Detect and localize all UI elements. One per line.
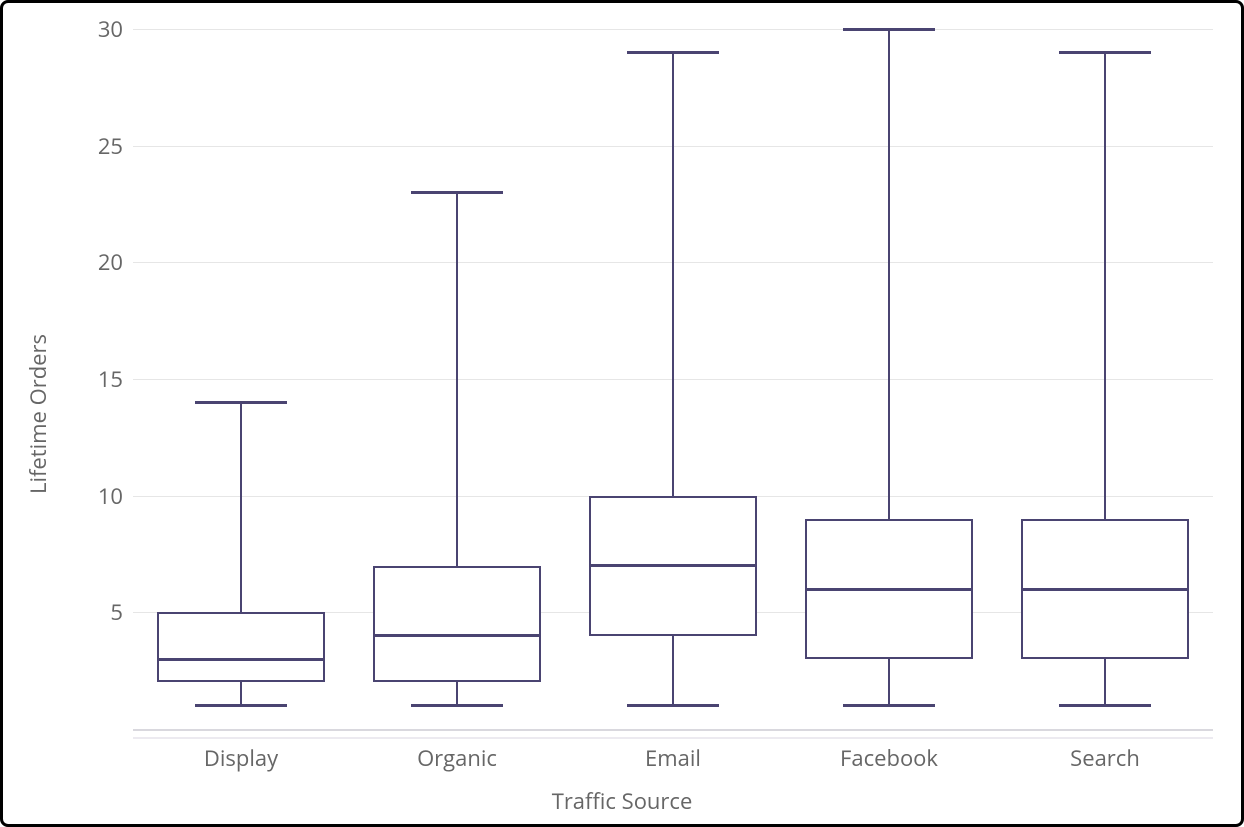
x-tick-label: Facebook [840, 743, 938, 773]
whisker-cap-max [627, 51, 720, 54]
whisker-lower [888, 659, 890, 706]
median-line [589, 564, 757, 567]
median-line [373, 634, 541, 637]
whisker-lower [456, 682, 458, 705]
x-tick-label: Email [645, 743, 701, 773]
y-tick-label: 15 [73, 364, 123, 394]
y-tick-label: 5 [73, 597, 123, 627]
y-tick-label: 10 [73, 481, 123, 511]
whisker-cap-max [843, 28, 936, 31]
x-axis-title: Traffic Source [552, 786, 693, 816]
whisker-cap-max [195, 401, 288, 404]
y-axis-title: Lifetime Orders [23, 333, 53, 493]
x-axis-baseline [133, 729, 1213, 731]
whisker-cap-min [843, 704, 936, 707]
whisker-cap-min [411, 704, 504, 707]
x-axis-baseline [133, 737, 1213, 739]
whisker-upper [1104, 52, 1106, 519]
median-line [1021, 588, 1189, 591]
whisker-upper [240, 402, 242, 612]
y-tick-label: 20 [73, 247, 123, 277]
whisker-upper [672, 52, 674, 495]
whisker-lower [1104, 659, 1106, 706]
median-line [157, 658, 325, 661]
median-line [805, 588, 973, 591]
whisker-upper [888, 29, 890, 519]
x-tick-label: Display [204, 743, 278, 773]
y-tick-label: 30 [73, 14, 123, 44]
whisker-cap-min [195, 704, 288, 707]
x-tick-label: Organic [417, 743, 497, 773]
plot-area [133, 29, 1213, 729]
whisker-upper [456, 192, 458, 565]
box [373, 566, 541, 683]
whisker-cap-min [627, 704, 720, 707]
whisker-cap-max [411, 191, 504, 194]
chart-frame: Lifetime Orders Traffic Source 5 10 15 20 25… [0, 0, 1244, 827]
x-tick-label: Search [1070, 743, 1140, 773]
box [157, 612, 325, 682]
y-tick-label: 25 [73, 131, 123, 161]
gridline [133, 29, 1213, 30]
whisker-lower [240, 682, 242, 705]
whisker-cap-min [1059, 704, 1152, 707]
whisker-cap-max [1059, 51, 1152, 54]
whisker-lower [672, 636, 674, 706]
